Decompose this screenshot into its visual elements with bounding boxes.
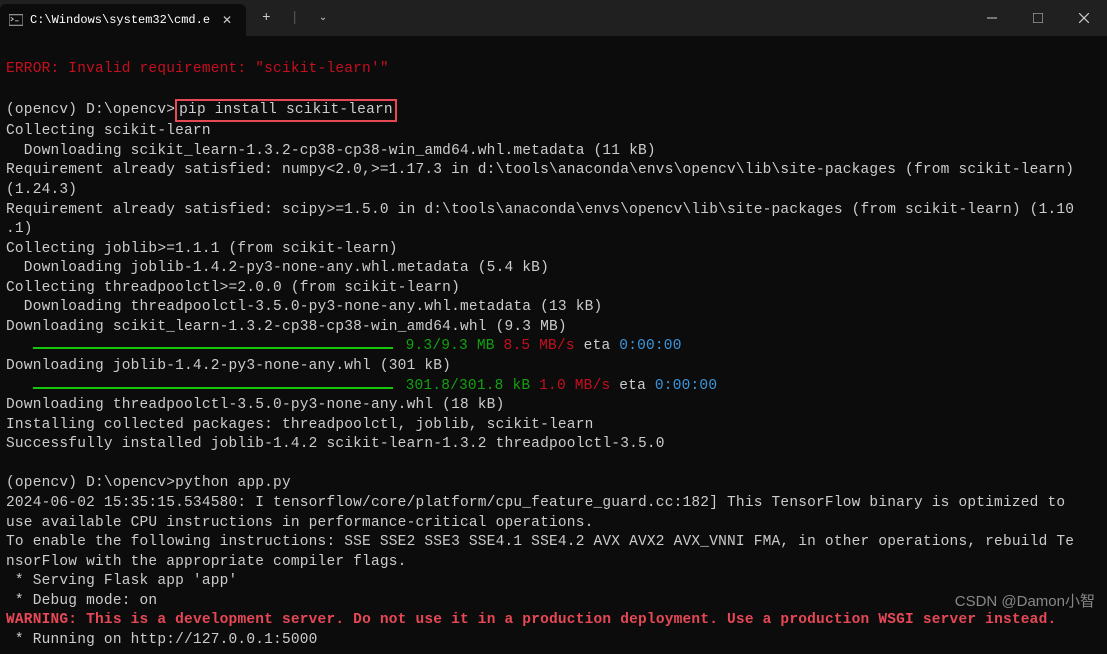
new-tab-button[interactable]: +	[254, 6, 278, 30]
tab-controls: + | ⌄	[254, 6, 335, 30]
eta-value: 0:00:00	[619, 338, 681, 354]
output-line: * Running on http://127.0.0.1:5000	[6, 632, 318, 648]
window-controls	[969, 0, 1107, 36]
output-line: Downloading scikit_learn-1.3.2-cp38-cp38…	[6, 319, 567, 335]
terminal-output[interactable]: ERROR: Invalid requirement: "scikit-lear…	[0, 36, 1107, 654]
output-line: Downloading joblib-1.4.2-py3-none-any.wh…	[6, 358, 451, 374]
tab-dropdown-button[interactable]: ⌄	[311, 8, 335, 28]
output-line: Downloading joblib-1.4.2-py3-none-any.wh…	[6, 260, 549, 276]
output-line: Installing collected packages: threadpoo…	[6, 417, 594, 433]
output-line: use available CPU instructions in perfor…	[6, 515, 594, 531]
command-text: pip install scikit-learn	[179, 102, 393, 118]
output-line: To enable the following instructions: SS…	[6, 534, 1074, 550]
output-line: Successfully installed joblib-1.4.2 scik…	[6, 436, 665, 452]
output-line: Collecting threadpoolctl>=2.0.0 (from sc…	[6, 280, 460, 296]
progress-size: 9.3/9.3 MB	[406, 338, 495, 354]
active-tab[interactable]: C:\Windows\system32\cmd.e ✕	[0, 4, 246, 36]
prompt: (opencv) D:\opencv>	[6, 102, 175, 118]
output-line: 2024-06-02 15:35:15.534580: I tensorflow…	[6, 495, 1065, 511]
output-line: Downloading scikit_learn-1.3.2-cp38-cp38…	[6, 143, 656, 159]
progress-size: 301.8/301.8 kB	[406, 378, 531, 394]
error-line: ERROR: Invalid requirement: "scikit-lear…	[6, 61, 389, 77]
eta-label: eta	[619, 378, 646, 394]
maximize-button[interactable]	[1015, 0, 1061, 36]
output-line: nsorFlow with the appropriate compiler f…	[6, 554, 407, 570]
output-line: * Serving Flask app 'app'	[6, 573, 237, 589]
titlebar: C:\Windows\system32\cmd.e ✕ + | ⌄	[0, 0, 1107, 36]
output-line: * Debug mode: on	[6, 593, 157, 609]
prompt: (opencv) D:\opencv>	[6, 475, 175, 491]
command-text: python app.py	[175, 475, 291, 491]
tab-divider: |	[283, 6, 307, 30]
close-window-button[interactable]	[1061, 0, 1107, 36]
minimize-button[interactable]	[969, 0, 1015, 36]
output-line: Requirement already satisfied: scipy>=1.…	[6, 202, 1074, 218]
eta-label: eta	[584, 338, 611, 354]
progress-bar	[33, 387, 393, 389]
warning-prefix: WARNING:	[6, 612, 86, 628]
progress-speed: 8.5 MB/s	[504, 338, 575, 354]
tab-title: C:\Windows\system32\cmd.e	[30, 13, 210, 27]
eta-value: 0:00:00	[655, 378, 717, 394]
watermark: CSDN @Damon小智	[955, 590, 1095, 611]
output-line: Requirement already satisfied: numpy<2.0…	[6, 162, 1074, 178]
output-line: Collecting scikit-learn	[6, 123, 211, 139]
output-line: Downloading threadpoolctl-3.5.0-py3-none…	[6, 397, 504, 413]
output-line: .1)	[6, 221, 33, 237]
output-line: (1.24.3)	[6, 182, 77, 198]
output-line: Downloading threadpoolctl-3.5.0-py3-none…	[6, 299, 602, 315]
close-tab-button[interactable]: ✕	[216, 11, 238, 30]
warning-text: This is a development server. Do not use…	[86, 612, 1056, 628]
output-line: Collecting joblib>=1.1.1 (from scikit-le…	[6, 241, 398, 257]
progress-speed: 1.0 MB/s	[539, 378, 610, 394]
progress-bar	[33, 347, 393, 349]
cmd-icon	[8, 12, 24, 28]
highlighted-command: pip install scikit-learn	[175, 99, 397, 123]
